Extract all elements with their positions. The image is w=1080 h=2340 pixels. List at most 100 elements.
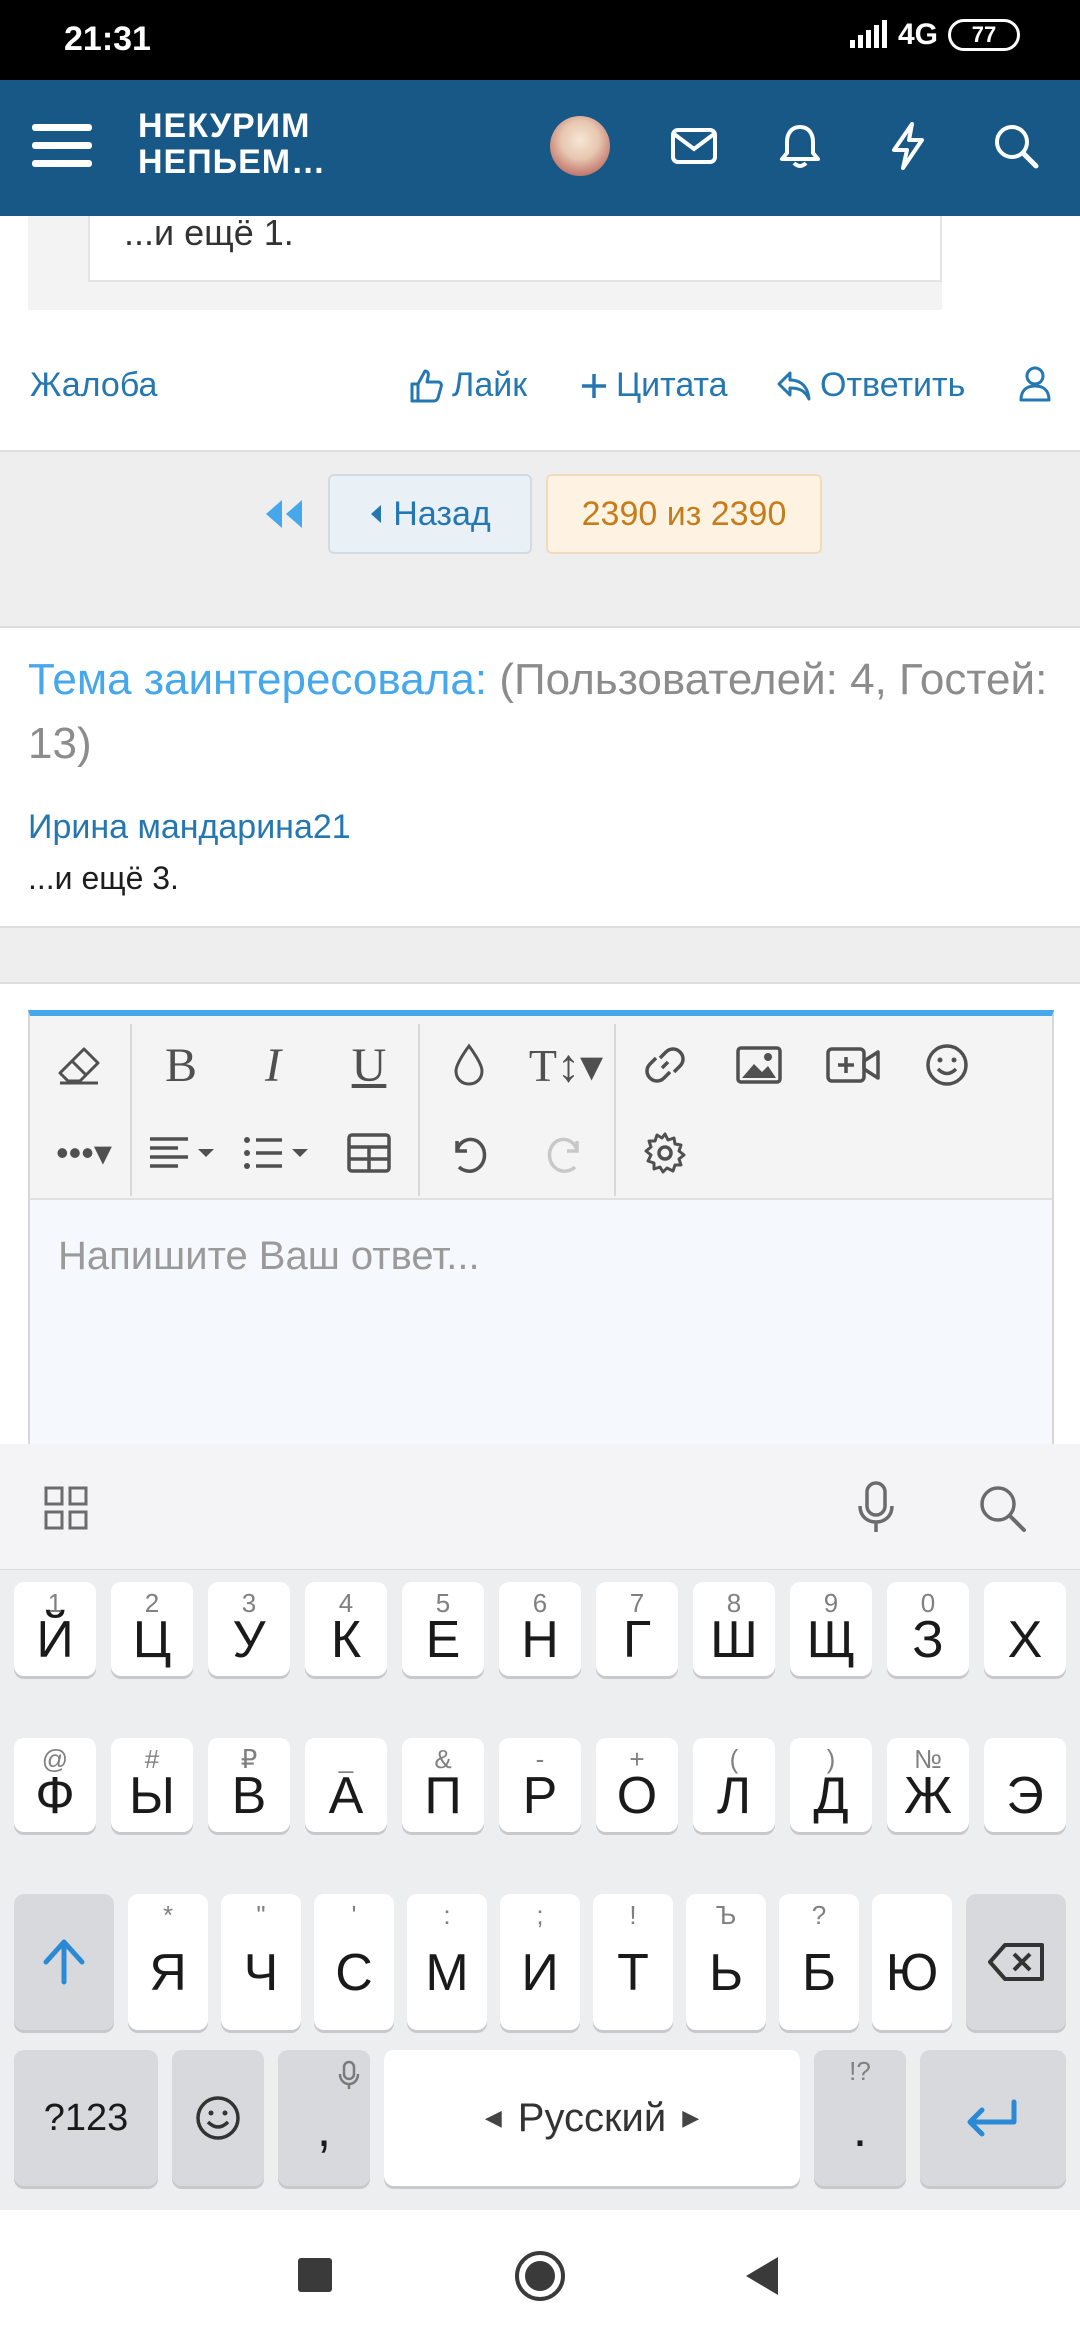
enter-key[interactable]	[920, 2050, 1066, 2186]
key-label: Я	[149, 1944, 187, 2002]
key-Г[interactable]: 7Г	[596, 1582, 678, 1676]
key-Д[interactable]: ) Д	[790, 1738, 872, 1832]
reply-button[interactable]: Ответить	[776, 366, 965, 405]
period-key[interactable]: !?.	[814, 2050, 906, 2186]
shift-key[interactable]	[14, 1894, 114, 2030]
quote-button[interactable]: Цитата	[580, 366, 728, 405]
current-page-indicator[interactable]: 2390 из 2390	[546, 474, 822, 554]
key-hint: (	[729, 1744, 739, 1774]
menu-icon[interactable]	[32, 120, 92, 172]
key-Я[interactable]: * Я	[128, 1894, 208, 2030]
video-icon[interactable]	[820, 1032, 886, 1098]
key-label: Б	[801, 1944, 837, 2002]
home-icon[interactable]	[514, 2250, 566, 2302]
link-icon[interactable]	[632, 1032, 698, 1098]
signal-icon	[849, 20, 887, 48]
key-О[interactable]: + О	[596, 1738, 678, 1832]
key-В[interactable]: ₽ В	[208, 1738, 290, 1832]
key-Э[interactable]: Э	[984, 1738, 1066, 1832]
key-Ю[interactable]: Ю	[872, 1894, 952, 2030]
key-Ж[interactable]: № Ж	[887, 1738, 969, 1832]
comma-key[interactable]: ,	[278, 2050, 370, 2186]
key-hint: 5	[435, 1588, 451, 1618]
emoji-key[interactable]	[172, 2050, 264, 2186]
key-hint: 9	[823, 1588, 839, 1618]
key-Ц[interactable]: 2Ц	[111, 1582, 193, 1676]
key-У[interactable]: 3У	[208, 1582, 290, 1676]
key-А[interactable]: _ А	[305, 1738, 387, 1832]
clear-format-icon[interactable]	[46, 1032, 112, 1098]
key-label: Ж	[903, 1767, 952, 1825]
key-М[interactable]: :М	[407, 1894, 487, 2030]
keyboard-search-icon[interactable]	[978, 1484, 1028, 1534]
key-И[interactable]: ; И	[500, 1894, 580, 2030]
key-Е[interactable]: 5Е	[402, 1582, 484, 1676]
key-Ч[interactable]: " Ч	[221, 1894, 301, 2030]
key-hint: 8	[726, 1588, 742, 1618]
key-Й[interactable]: 1Й	[14, 1582, 96, 1676]
more-options-icon[interactable]: •••▾	[48, 1120, 120, 1186]
redo-icon[interactable]	[532, 1120, 598, 1186]
key-П[interactable]: & П	[402, 1738, 484, 1832]
key-К[interactable]: 4К	[305, 1582, 387, 1676]
font-size-icon[interactable]: T↕▾	[526, 1032, 606, 1098]
viewers-title: Тема заинтересовала: (Пользователей: 4, …	[28, 648, 1058, 776]
avatar[interactable]	[550, 116, 610, 176]
first-page-icon[interactable]	[262, 494, 306, 534]
space-right-caret: ▶	[682, 2105, 700, 2130]
italic-icon[interactable]: I	[240, 1032, 306, 1098]
key-Л[interactable]: (Л	[693, 1738, 775, 1832]
key-Б[interactable]: ? Б	[779, 1894, 859, 2030]
text-color-icon[interactable]	[436, 1032, 502, 1098]
like-button[interactable]: Лайк	[408, 366, 527, 405]
key-Ы[interactable]: # Ы	[111, 1738, 193, 1832]
key-label: О	[616, 1767, 658, 1825]
key-Н[interactable]: 6Н	[499, 1582, 581, 1676]
key-hint: -	[535, 1744, 545, 1774]
key-label: Ф	[35, 1767, 75, 1825]
mic-hint-icon	[338, 2060, 360, 2089]
report-link[interactable]: Жалоба	[30, 366, 157, 405]
key-Т[interactable]: ! Т	[593, 1894, 673, 2030]
search-icon[interactable]	[986, 116, 1046, 176]
image-icon[interactable]	[726, 1032, 792, 1098]
key-Ь[interactable]: ЪЬ	[686, 1894, 766, 2030]
viewer-user-link[interactable]: Ирина мандарина21	[28, 808, 351, 847]
key-hint: 7	[629, 1588, 645, 1618]
symbols-key[interactable]: ?123	[14, 2050, 158, 2186]
table-icon[interactable]	[336, 1120, 402, 1186]
space-label: Русский	[517, 2095, 667, 2140]
key-Р[interactable]: -Р	[499, 1738, 581, 1832]
key-Х[interactable]: Х	[984, 1582, 1066, 1676]
list-icon[interactable]	[240, 1120, 314, 1186]
align-icon[interactable]	[146, 1120, 220, 1186]
viewers-title-lead[interactable]: Тема заинтересовала:	[28, 655, 487, 704]
settings-icon[interactable]	[632, 1120, 698, 1186]
lightning-icon[interactable]	[878, 116, 938, 176]
key-Ф[interactable]: @ Ф	[14, 1738, 96, 1832]
key-label: Ч	[243, 1944, 279, 2002]
recents-icon[interactable]	[298, 2258, 332, 2292]
site-logo[interactable]: НЕКУРИМ НЕПЬЕМ…	[138, 108, 326, 180]
key-label: Ю	[885, 1944, 939, 2002]
space-key[interactable]: ◀ Русский ▶	[384, 2050, 800, 2186]
key-Щ[interactable]: 9Щ	[790, 1582, 872, 1676]
key-hint: 4	[338, 1588, 354, 1618]
key-Ш[interactable]: 8Ш	[693, 1582, 775, 1676]
underline-icon[interactable]: U	[336, 1032, 402, 1098]
key-label: Е	[425, 1611, 461, 1669]
emoji-icon[interactable]	[914, 1032, 980, 1098]
key-label: А	[328, 1767, 364, 1825]
apps-grid-icon[interactable]	[44, 1486, 88, 1530]
key-С[interactable]: ' С	[314, 1894, 394, 2030]
key-З[interactable]: 0З	[887, 1582, 969, 1676]
bell-icon[interactable]	[770, 116, 830, 176]
backspace-key[interactable]	[966, 1894, 1066, 2030]
previous-page-button[interactable]: Назад	[328, 474, 532, 554]
undo-icon[interactable]	[436, 1120, 502, 1186]
back-icon[interactable]	[742, 2254, 782, 2298]
microphone-icon[interactable]	[856, 1480, 896, 1536]
user-icon[interactable]	[1018, 366, 1052, 402]
bold-icon[interactable]: B	[148, 1032, 214, 1098]
inbox-icon[interactable]	[664, 116, 724, 176]
